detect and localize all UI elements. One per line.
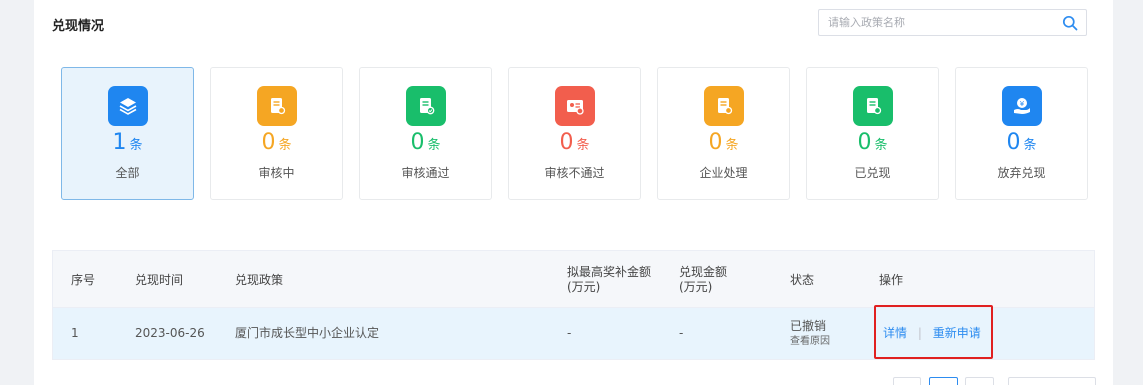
header-max-amount: 拟最高奖补金额 (万元) — [567, 265, 651, 295]
search-icon[interactable] — [1062, 15, 1078, 31]
row-time: 2023-06-26 — [135, 326, 205, 340]
table-header: 序号 兑现时间 兑现政策 拟最高奖补金额 (万元) 兑现金额 (万元) 状态 操… — [52, 250, 1095, 308]
card-rejected[interactable]: 0条 审核不通过 — [508, 67, 641, 200]
card-approved[interactable]: 0条 审核通过 — [359, 67, 492, 200]
card-count-number: 0 — [559, 130, 574, 155]
card-label: 审核中 — [258, 166, 295, 180]
row-index: 1 — [71, 326, 79, 340]
card-label: 审核不通过 — [544, 166, 605, 180]
redemption-panel: 兑现情况 1条 全部 0条 审核中 0条 审 — [34, 0, 1113, 385]
header-max-amount-line2: (万元) — [567, 280, 601, 294]
header-amount-line1: 兑现金额 — [679, 265, 728, 279]
card-count-number: 1 — [112, 130, 127, 155]
row-max-amount: - — [567, 326, 572, 340]
card-count: 0条 — [211, 130, 342, 155]
document-approved-icon — [406, 86, 446, 126]
card-count: 0条 — [509, 130, 640, 155]
card-count: 0条 — [807, 130, 938, 155]
document-redeemed-icon — [853, 86, 893, 126]
row-amount: - — [679, 326, 684, 340]
card-count-unit: 条 — [427, 138, 441, 153]
card-count-unit: 条 — [1023, 138, 1037, 153]
card-label: 已兑现 — [854, 166, 891, 180]
hand-money-icon: ¥ — [1002, 86, 1042, 126]
header-status: 状态 — [790, 273, 815, 287]
card-all[interactable]: 1条 全部 — [61, 67, 194, 200]
pagination-next[interactable] — [965, 377, 994, 385]
header-index: 序号 — [71, 273, 96, 287]
card-under-review[interactable]: 0条 审核中 — [210, 67, 343, 200]
header-time: 兑现时间 — [135, 273, 184, 287]
card-count-unit: 条 — [129, 138, 143, 153]
search-box[interactable] — [818, 9, 1087, 36]
card-abandoned[interactable]: ¥ 0条 放弃兑现 — [955, 67, 1088, 200]
pagination-size-select[interactable] — [1008, 377, 1096, 385]
card-count-unit: 条 — [874, 138, 888, 153]
status-text: 已撤销 — [790, 319, 827, 333]
pagination-current[interactable] — [929, 377, 958, 385]
page-title: 兑现情况 — [52, 19, 105, 34]
header-amount-line2: (万元) — [679, 280, 713, 294]
card-label: 放弃兑现 — [997, 166, 1046, 180]
layers-icon — [108, 86, 148, 126]
pagination-prev[interactable] — [893, 377, 921, 385]
header-action: 操作 — [879, 273, 904, 287]
card-enterprise-processing[interactable]: 0条 企业处理 — [657, 67, 790, 200]
view-reason-link[interactable]: 查看原因 — [790, 334, 830, 349]
card-label: 审核通过 — [401, 166, 450, 180]
card-label: 全部 — [115, 166, 140, 180]
card-count: 0条 — [360, 130, 491, 155]
row-status: 已撤销 查看原因 — [790, 319, 830, 349]
card-count-unit: 条 — [576, 138, 590, 153]
card-count-unit: 条 — [725, 138, 739, 153]
header-amount: 兑现金额 (万元) — [679, 265, 727, 295]
card-count-unit: 条 — [278, 138, 292, 153]
card-count-number: 0 — [857, 130, 872, 155]
highlight-box — [874, 305, 993, 359]
search-input[interactable] — [819, 10, 1055, 35]
header-policy: 兑现政策 — [235, 273, 284, 287]
card-count: 0条 — [658, 130, 789, 155]
card-count-number: 0 — [261, 130, 276, 155]
card-count: 0条 — [956, 130, 1087, 155]
card-redeemed[interactable]: 0条 已兑现 — [806, 67, 939, 200]
card-count: 1条 — [62, 130, 193, 155]
document-review-icon — [257, 86, 297, 126]
document-process-icon — [704, 86, 744, 126]
card-count-number: 0 — [1006, 130, 1021, 155]
row-policy: 厦门市成长型中小企业认定 — [235, 326, 380, 340]
document-rejected-icon — [555, 86, 595, 126]
card-count-number: 0 — [410, 130, 425, 155]
card-count-number: 0 — [708, 130, 723, 155]
card-label: 企业处理 — [699, 166, 748, 180]
svg-text:¥: ¥ — [1020, 100, 1025, 108]
header-max-amount-line1: 拟最高奖补金额 — [567, 265, 652, 279]
